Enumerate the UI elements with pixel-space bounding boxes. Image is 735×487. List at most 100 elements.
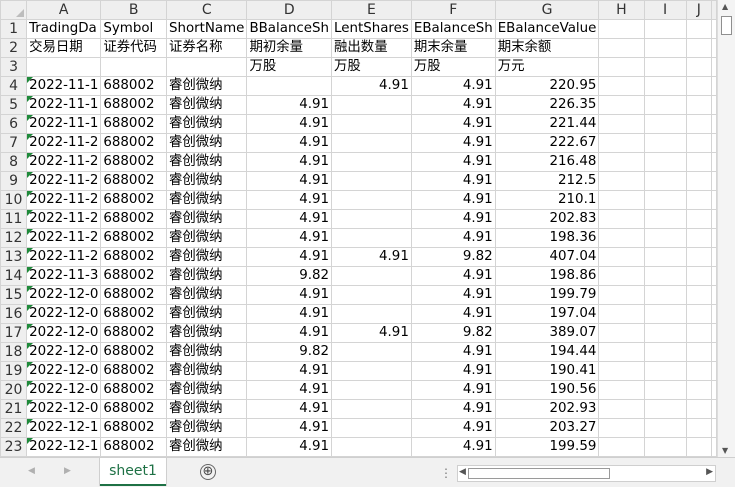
begin-balance-cell[interactable]: 9.82 — [246, 266, 333, 286]
column-header-e[interactable]: E — [331, 0, 412, 20]
cell[interactable] — [711, 247, 717, 267]
end-balance-value-cell[interactable]: 198.86 — [494, 266, 600, 286]
cell[interactable] — [711, 19, 717, 39]
cell[interactable] — [598, 437, 645, 457]
end-balance-cell[interactable]: 4.91 — [410, 418, 496, 438]
cell[interactable] — [711, 304, 717, 324]
begin-balance-cell[interactable]: 4.91 — [246, 304, 333, 324]
begin-balance-cell[interactable]: 4.91 — [246, 361, 333, 381]
end-balance-cell[interactable]: 4.91 — [410, 114, 496, 134]
short-name-cell[interactable]: 睿创微纳 — [165, 380, 248, 400]
cell[interactable] — [598, 190, 645, 210]
end-balance-value-cell[interactable]: 216.48 — [494, 152, 600, 172]
cell[interactable] — [685, 437, 713, 457]
lent-shares-cell[interactable] — [331, 114, 412, 134]
lent-shares-cell[interactable]: 4.91 — [331, 323, 412, 343]
end-balance-value-cell[interactable]: 202.83 — [494, 209, 600, 229]
row-header[interactable]: 11 — [0, 209, 28, 229]
trading-date-cell[interactable]: 2022-12-0 — [26, 323, 102, 343]
cell[interactable] — [598, 152, 645, 172]
symbol-cell[interactable]: 688002 — [100, 323, 167, 343]
cell[interactable] — [685, 285, 713, 305]
cell[interactable] — [598, 285, 645, 305]
begin-balance-cell[interactable]: 4.91 — [246, 152, 333, 172]
end-balance-value-cell[interactable]: 190.41 — [494, 361, 600, 381]
begin-balance-cell[interactable]: 4.91 — [246, 380, 333, 400]
cell[interactable] — [643, 228, 687, 248]
scroll-right-arrow-icon[interactable]: ▶ — [706, 467, 713, 477]
cell[interactable]: BBalanceSh — [246, 19, 333, 39]
short-name-cell[interactable]: 睿创微纳 — [165, 399, 248, 419]
cell[interactable] — [711, 209, 717, 229]
end-balance-value-cell[interactable]: 389.07 — [494, 323, 600, 343]
trading-date-cell[interactable]: 2022-11-1 — [26, 114, 102, 134]
trading-date-cell[interactable]: 2022-12-0 — [26, 380, 102, 400]
cell[interactable] — [165, 57, 248, 77]
cell[interactable]: TradingDa — [26, 19, 102, 39]
cell[interactable] — [685, 19, 713, 39]
end-balance-value-cell[interactable]: 226.35 — [494, 95, 600, 115]
short-name-cell[interactable]: 睿创微纳 — [165, 171, 248, 191]
vertical-scroll-thumb[interactable] — [721, 16, 732, 35]
end-balance-cell[interactable]: 4.91 — [410, 190, 496, 210]
short-name-cell[interactable]: 睿创微纳 — [165, 342, 248, 362]
row-header[interactable]: 21 — [0, 399, 28, 419]
lent-shares-cell[interactable] — [331, 266, 412, 286]
end-balance-value-cell[interactable]: 221.44 — [494, 114, 600, 134]
cell[interactable] — [643, 285, 687, 305]
lent-shares-cell[interactable] — [331, 152, 412, 172]
cell[interactable]: 万元 — [494, 57, 600, 77]
short-name-cell[interactable]: 睿创微纳 — [165, 133, 248, 153]
cell[interactable] — [711, 437, 717, 457]
symbol-cell[interactable]: 688002 — [100, 76, 167, 96]
begin-balance-cell[interactable]: 4.91 — [246, 228, 333, 248]
horizontal-scrollbar[interactable]: ◀ ▶ — [457, 465, 716, 482]
cell[interactable]: 万股 — [246, 57, 333, 77]
worksheet-grid[interactable]: ABCDEFGHIJ 1 TradingDa Symbol ShortName BBal… — [0, 0, 717, 457]
cell[interactable] — [598, 57, 645, 77]
cell[interactable]: 万股 — [410, 57, 496, 77]
cell[interactable] — [598, 380, 645, 400]
begin-balance-cell[interactable]: 4.91 — [246, 114, 333, 134]
trading-date-cell[interactable]: 2022-11-2 — [26, 133, 102, 153]
lent-shares-cell[interactable] — [331, 95, 412, 115]
begin-balance-cell[interactable]: 4.91 — [246, 95, 333, 115]
row-header[interactable]: 22 — [0, 418, 28, 438]
lent-shares-cell[interactable] — [331, 285, 412, 305]
cell[interactable] — [711, 266, 717, 286]
cell[interactable] — [685, 342, 713, 362]
cell[interactable] — [598, 247, 645, 267]
scroll-left-arrow-icon[interactable]: ◀ — [459, 467, 466, 477]
symbol-cell[interactable]: 688002 — [100, 437, 167, 457]
end-balance-value-cell[interactable]: 194.44 — [494, 342, 600, 362]
end-balance-value-cell[interactable]: 199.79 — [494, 285, 600, 305]
cell[interactable]: 融出数量 — [331, 38, 412, 58]
end-balance-value-cell[interactable]: 407.04 — [494, 247, 600, 267]
row-header[interactable]: 16 — [0, 304, 28, 324]
cell[interactable] — [598, 19, 645, 39]
cell[interactable] — [711, 228, 717, 248]
cell[interactable] — [643, 266, 687, 286]
cell[interactable]: ShortName — [165, 19, 248, 39]
cell[interactable] — [598, 95, 645, 115]
cell[interactable] — [598, 323, 645, 343]
cell[interactable] — [100, 57, 167, 77]
scroll-down-arrow-icon[interactable]: ▼ — [722, 446, 728, 455]
begin-balance-cell[interactable]: 4.91 — [246, 437, 333, 457]
trading-date-cell[interactable]: 2022-11-2 — [26, 190, 102, 210]
cell[interactable] — [26, 57, 102, 77]
cell[interactable] — [711, 76, 717, 96]
short-name-cell[interactable]: 睿创微纳 — [165, 152, 248, 172]
cell[interactable] — [643, 95, 687, 115]
short-name-cell[interactable]: 睿创微纳 — [165, 304, 248, 324]
cell[interactable] — [643, 247, 687, 267]
short-name-cell[interactable]: 睿创微纳 — [165, 76, 248, 96]
short-name-cell[interactable]: 睿创微纳 — [165, 190, 248, 210]
lent-shares-cell[interactable]: 4.91 — [331, 76, 412, 96]
cell[interactable] — [643, 152, 687, 172]
tab-sheet1[interactable]: sheet1 — [100, 458, 166, 486]
trading-date-cell[interactable]: 2022-11-1 — [26, 95, 102, 115]
cell[interactable] — [685, 266, 713, 286]
symbol-cell[interactable]: 688002 — [100, 342, 167, 362]
lent-shares-cell[interactable] — [331, 171, 412, 191]
